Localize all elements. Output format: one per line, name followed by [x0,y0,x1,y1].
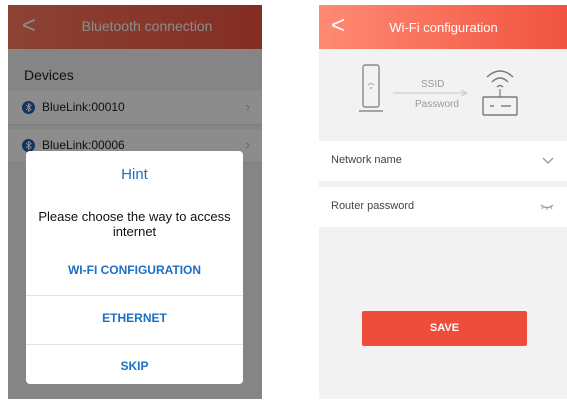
skip-option[interactable]: SKIP [26,359,243,373]
dialog-message: Please choose the way to access internet [38,209,231,239]
network-name-label: Network name [331,154,402,166]
router-password-field[interactable]: Router password [319,187,567,227]
wifi-illustration: SSID Password [319,49,567,141]
password-label: Password [415,99,459,110]
eye-hidden-icon[interactable] [540,203,554,211]
page-title: Wi-Fi configuration [389,20,498,35]
router-password-label: Router password [331,200,415,212]
router-wifi-icon [482,70,518,116]
app-header: < Wi-Fi configuration [319,5,567,49]
network-name-field[interactable]: Network name [319,141,567,181]
device-speaker-icon [359,64,383,112]
ethernet-option[interactable]: ETHERNET [26,311,243,325]
ssid-label: SSID [421,79,445,90]
dialog-title: Hint [121,166,148,183]
divider [26,344,243,345]
save-button[interactable]: SAVE [362,311,527,346]
chevron-down-icon[interactable] [542,157,554,165]
wifi-configuration-screen: < Wi-Fi configuration SSID Password Netw… [319,5,567,399]
connection-arrow-icon [393,89,469,97]
access-mode-dialog: Hint Please choose the way to access int… [26,151,243,384]
wifi-configuration-option[interactable]: WI-FI CONFIGURATION [26,263,243,277]
divider [26,295,243,296]
bluetooth-connection-screen: < Bluetooth connection Devices BlueLink:… [8,5,262,399]
